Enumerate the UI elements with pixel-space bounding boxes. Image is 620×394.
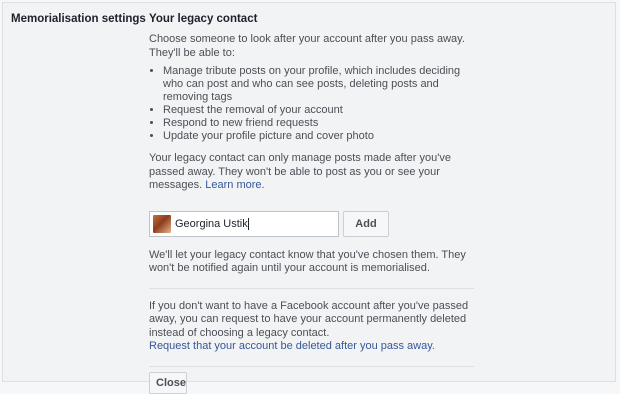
deletion-text: If you don't want to have a Facebook acc… [149,299,469,339]
list-item: Manage tribute posts on your profile, wh… [163,65,479,104]
section-label: Memorialisation settings [11,13,146,25]
legacy-note: Your legacy contact can only manage post… [149,152,479,193]
legacy-note-text: Your legacy contact can only manage post… [149,152,451,191]
legacy-contact-value: Georgina Ustik [175,217,248,230]
list-item: Update your profile picture and cover ph… [163,130,479,143]
text-caret [247,217,249,230]
list-item: Request the removal of your account [163,104,479,117]
legacy-contact-section: Your legacy contact Choose someone to lo… [149,13,479,394]
memorialisation-panel: Memorialisation settings Your legacy con… [2,2,616,394]
add-button[interactable]: Add [343,210,389,237]
legacy-abilities-list: Manage tribute posts on your profile, wh… [149,65,479,143]
legacy-intro: Choose someone to look after your accoun… [149,33,465,59]
legacy-heading: Your legacy contact [149,13,258,25]
list-item: Respond to new friend requests [163,117,479,130]
divider [149,287,474,289]
learn-more-link[interactable]: Learn more. [205,179,264,191]
divider [149,365,474,367]
avatar [153,214,171,233]
legacy-notify-text: We'll let your legacy contact know that … [149,248,466,275]
legacy-contact-input[interactable]: Georgina Ustik [149,210,339,237]
legacy-contact-row: Georgina Ustik Add [149,210,479,237]
request-deletion-link[interactable]: Request that your account be deleted aft… [149,340,435,352]
deletion-section: If you don't want to have a Facebook acc… [149,300,479,354]
close-button[interactable]: Close [149,371,187,394]
